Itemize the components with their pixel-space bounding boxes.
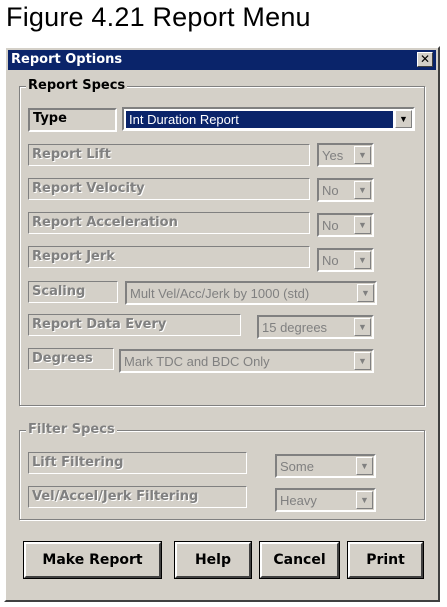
chevron-down-icon[interactable]: ▼	[354, 352, 371, 370]
chevron-down-icon[interactable]: ▼	[356, 491, 373, 509]
report-data-every-select[interactable]: 15 degrees ▼	[257, 315, 374, 339]
figure-title: Figure 4.21 Report Menu	[6, 2, 311, 32]
lift-filtering-value: Some	[280, 459, 314, 474]
dialog-title: Report Options	[11, 52, 123, 67]
report-jerk-select[interactable]: No ▼	[317, 248, 374, 272]
vel-accel-jerk-filtering-select[interactable]: Heavy ▼	[275, 488, 376, 512]
report-jerk-value: No	[322, 253, 339, 268]
type-label: Type	[28, 108, 117, 132]
report-acceleration-select[interactable]: No ▼	[317, 213, 374, 237]
close-icon: ✕	[419, 52, 431, 66]
report-specs-group: Report Specs Type Int Duration Report ▼ …	[19, 78, 425, 406]
chevron-down-icon[interactable]: ▼	[357, 284, 374, 302]
cancel-button[interactable]: Cancel	[260, 542, 339, 578]
type-select[interactable]: Int Duration Report ▼	[122, 107, 415, 131]
help-button[interactable]: Help	[175, 542, 251, 578]
chevron-down-icon[interactable]: ▼	[356, 457, 373, 475]
chevron-down-icon[interactable]: ▼	[354, 216, 371, 234]
vel-accel-jerk-filtering-value: Heavy	[280, 493, 317, 508]
report-lift-label: Report Lift	[28, 144, 310, 166]
report-lift-select[interactable]: Yes ▼	[317, 143, 374, 167]
report-jerk-label: Report Jerk	[28, 246, 310, 268]
report-acceleration-label: Report Acceleration	[28, 212, 310, 234]
degrees-select[interactable]: Mark TDC and BDC Only ▼	[119, 349, 374, 373]
chevron-down-icon[interactable]: ▼	[354, 146, 371, 164]
degrees-label: Degrees	[28, 348, 114, 370]
close-button[interactable]: ✕	[417, 52, 433, 67]
report-velocity-select[interactable]: No ▼	[317, 178, 374, 202]
report-data-every-value: 15 degrees	[262, 320, 328, 335]
scaling-value: Mult Vel/Acc/Jerk by 1000 (std)	[130, 286, 310, 301]
lift-filtering-label: Lift Filtering	[28, 452, 247, 474]
chevron-down-icon[interactable]: ▼	[354, 318, 371, 336]
make-report-button[interactable]: Make Report	[24, 542, 161, 578]
report-velocity-value: No	[322, 183, 339, 198]
chevron-down-icon[interactable]: ▼	[354, 181, 371, 199]
degrees-value: Mark TDC and BDC Only	[124, 354, 270, 369]
report-options-dialog: Report Options ✕ Report Specs Type Int D…	[4, 46, 440, 602]
report-velocity-label: Report Velocity	[28, 178, 310, 200]
filter-specs-group: Filter Specs Lift Filtering Some ▼ Vel/A…	[19, 422, 425, 520]
vel-accel-jerk-filtering-label: Vel/Accel/Jerk Filtering	[28, 486, 247, 508]
chevron-down-icon[interactable]: ▼	[354, 251, 371, 269]
report-acceleration-value: No	[322, 218, 339, 233]
lift-filtering-select[interactable]: Some ▼	[275, 454, 376, 478]
dialog-titlebar[interactable]: Report Options ✕	[8, 50, 436, 70]
filter-specs-legend: Filter Specs	[26, 422, 117, 437]
type-select-value: Int Duration Report	[126, 111, 393, 128]
print-button[interactable]: Print	[348, 542, 423, 578]
scaling-select[interactable]: Mult Vel/Acc/Jerk by 1000 (std) ▼	[125, 281, 377, 305]
scaling-label: Scaling	[28, 281, 118, 303]
report-lift-value: Yes	[322, 148, 344, 163]
chevron-down-icon[interactable]: ▼	[395, 110, 412, 128]
report-data-every-label: Report Data Every	[28, 314, 241, 336]
report-specs-legend: Report Specs	[26, 78, 128, 93]
